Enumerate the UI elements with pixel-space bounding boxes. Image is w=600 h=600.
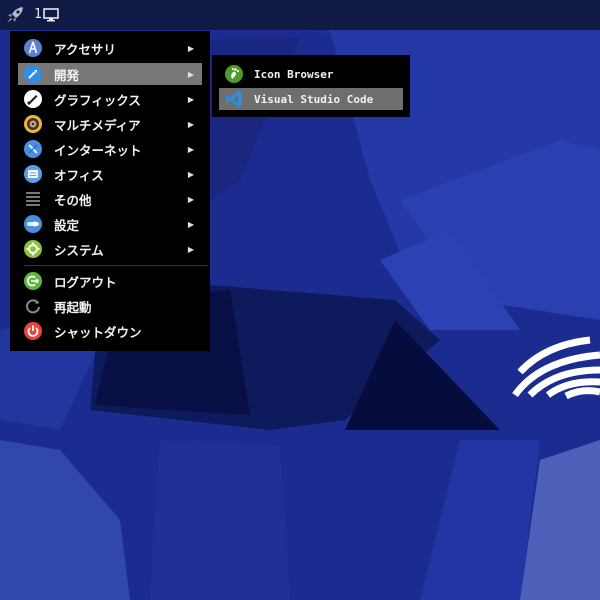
accessories-icon bbox=[24, 39, 42, 57]
menu-item-accessories[interactable]: アクセサリ ▶ bbox=[18, 37, 202, 59]
submenu-arrow-icon: ▶ bbox=[187, 194, 194, 204]
menu-item-internet[interactable]: インターネット ▶ bbox=[18, 138, 202, 160]
workspace-switcher[interactable]: 1 bbox=[34, 6, 59, 24]
menu-separator bbox=[24, 265, 208, 266]
submenu-arrow-icon: ▶ bbox=[187, 144, 194, 154]
menu-item-development[interactable]: 開発 ▶ bbox=[18, 63, 202, 85]
other-icon bbox=[26, 192, 40, 206]
internet-icon bbox=[24, 140, 42, 158]
menu-item-office[interactable]: オフィス ▶ bbox=[18, 163, 202, 185]
logout-icon bbox=[24, 272, 42, 290]
submenu-arrow-icon: ▶ bbox=[187, 43, 194, 53]
workspace-number: 1 bbox=[34, 7, 42, 22]
menu-item-graphics[interactable]: グラフィックス ▶ bbox=[18, 88, 202, 110]
system-icon bbox=[24, 240, 42, 258]
submenu-arrow-icon: ▶ bbox=[187, 119, 194, 129]
menu-item-restart[interactable]: 再起動 bbox=[18, 295, 202, 317]
monitor-icon bbox=[43, 8, 59, 22]
application-menu: アクセサリ ▶ 開発 ▶ グラフィックス ▶ マルチメディア ▶ インターネット… bbox=[10, 31, 210, 351]
development-submenu: Icon Browser Visual Studio Code bbox=[212, 55, 410, 117]
menu-item-other[interactable]: その他 ▶ bbox=[18, 188, 202, 210]
menu-item-system[interactable]: システム ▶ bbox=[18, 238, 202, 260]
submenu-arrow-icon: ▶ bbox=[187, 244, 194, 254]
menu-item-settings[interactable]: 設定 ▶ bbox=[18, 213, 202, 235]
taskbar: 1 bbox=[0, 0, 600, 30]
submenu-arrow-icon: ▶ bbox=[187, 69, 194, 79]
development-icon bbox=[24, 65, 42, 83]
gnome-foot-icon bbox=[225, 65, 243, 83]
office-icon bbox=[24, 165, 42, 183]
submenu-item-icon-browser[interactable]: Icon Browser bbox=[219, 63, 403, 85]
multimedia-icon bbox=[24, 115, 42, 133]
graphics-icon bbox=[24, 90, 42, 108]
shutdown-icon bbox=[24, 322, 42, 340]
submenu-arrow-icon: ▶ bbox=[187, 219, 194, 229]
submenu-arrow-icon: ▶ bbox=[187, 94, 194, 104]
menu-item-multimedia[interactable]: マルチメディア ▶ bbox=[18, 113, 202, 135]
submenu-item-vscode[interactable]: Visual Studio Code bbox=[219, 88, 403, 110]
rocket-icon[interactable] bbox=[4, 4, 26, 26]
settings-icon bbox=[24, 215, 42, 233]
submenu-arrow-icon: ▶ bbox=[187, 169, 194, 179]
menu-item-logout[interactable]: ログアウト bbox=[18, 270, 202, 292]
vscode-icon bbox=[226, 91, 242, 107]
menu-item-shutdown[interactable]: シャットダウン bbox=[18, 320, 202, 342]
restart-icon bbox=[26, 299, 40, 314]
